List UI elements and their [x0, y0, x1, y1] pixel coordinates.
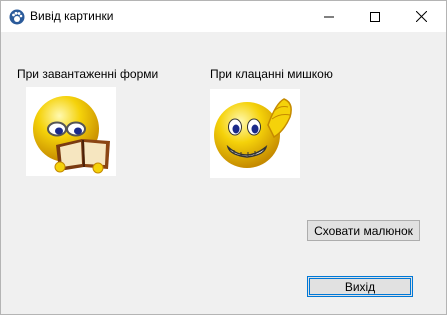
window-title: Вивід картинки [30, 9, 114, 23]
title-bar[interactable]: Вивід картинки [1, 1, 446, 32]
minimize-button[interactable] [306, 1, 352, 32]
minimize-icon [324, 16, 334, 17]
on-load-label: При завантаженні форми [17, 67, 159, 81]
saluting-smiley-image [210, 89, 300, 178]
maximize-icon [370, 11, 380, 22]
close-button[interactable] [398, 1, 444, 32]
maximize-button[interactable] [352, 1, 398, 32]
close-icon [415, 11, 427, 22]
paw-app-icon[interactable] [9, 9, 25, 25]
exit-button[interactable]: Вихід [307, 276, 413, 297]
hide-picture-button[interactable]: Сховати малюнок [307, 220, 420, 241]
on-click-label: При клацанні мишкою [210, 67, 333, 81]
reading-book-smiley-image [26, 87, 116, 176]
main-window: Вивід картинки При завантаженні форми Пр… [0, 0, 447, 315]
